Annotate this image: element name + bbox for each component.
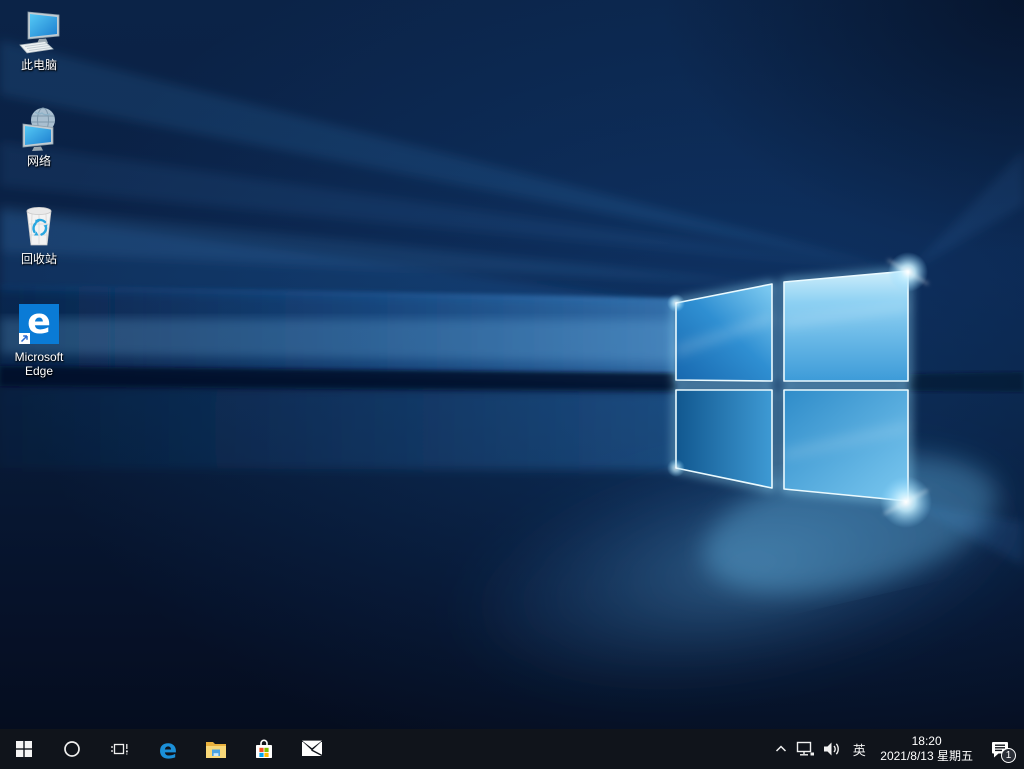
taskbar-clock[interactable]: 18:20 2021/8/13 星期五 bbox=[873, 729, 980, 769]
microsoft-store-button[interactable] bbox=[240, 729, 288, 769]
desktop-icon-microsoft-edge[interactable]: e Microsoft Edge bbox=[2, 300, 76, 378]
store-bag-icon bbox=[256, 739, 272, 758]
network-status-button[interactable] bbox=[793, 729, 819, 769]
recycle-bin-icon bbox=[15, 202, 63, 250]
network-icon bbox=[15, 104, 63, 152]
ethernet-network-icon bbox=[797, 741, 815, 756]
desktop-icon-this-pc[interactable]: 此电脑 bbox=[2, 8, 76, 72]
windows-logo-icon bbox=[16, 741, 32, 757]
clock-date: 2021/8/13 星期五 bbox=[880, 749, 973, 763]
notification-count-badge: 1 bbox=[1001, 748, 1016, 763]
this-pc-icon bbox=[15, 8, 63, 56]
folder-icon bbox=[206, 742, 226, 758]
start-button[interactable] bbox=[0, 729, 48, 769]
wallpaper-hero bbox=[0, 0, 1024, 729]
desktop-icon-label: 回收站 bbox=[20, 252, 57, 266]
system-tray: 英 18:20 2021/8/13 星期五 1 bbox=[769, 729, 1024, 769]
task-view-button[interactable] bbox=[96, 729, 144, 769]
speaker-icon bbox=[824, 742, 840, 756]
cortana-search-button[interactable] bbox=[48, 729, 96, 769]
edge-e-icon: e bbox=[158, 733, 178, 765]
microsoft-edge-icon: e bbox=[15, 300, 63, 348]
ime-language-indicator[interactable]: 英 bbox=[845, 729, 873, 769]
chevron-up-icon bbox=[776, 745, 787, 752]
envelope-icon bbox=[302, 740, 323, 757]
wallpaper-light-beams bbox=[0, 40, 1024, 692]
task-view-icon bbox=[111, 743, 128, 755]
mail-button[interactable] bbox=[288, 729, 336, 769]
cortana-circle-icon bbox=[64, 741, 80, 757]
shortcut-arrow-icon bbox=[19, 333, 30, 344]
desktop-icon-network[interactable]: 网络 bbox=[2, 104, 76, 168]
volume-button[interactable] bbox=[819, 729, 845, 769]
taskbar-empty-area bbox=[336, 729, 769, 769]
tray-overflow-button[interactable] bbox=[769, 729, 793, 769]
desktop-icon-label: 网络 bbox=[26, 154, 51, 168]
desktop-icon-label: 此电脑 bbox=[20, 58, 57, 72]
clock-time: 18:20 bbox=[911, 734, 942, 748]
file-explorer-button[interactable] bbox=[192, 729, 240, 769]
action-center-button[interactable]: 1 bbox=[980, 729, 1020, 769]
taskbar-edge-button[interactable]: e bbox=[144, 729, 192, 769]
desktop-icon-label: Microsoft Edge bbox=[14, 350, 64, 378]
desktop-icon-recycle-bin[interactable]: 回收站 bbox=[2, 202, 76, 266]
taskbar: e 英 18:20 2021/8/13 星期五 1 bbox=[0, 729, 1024, 769]
edge-e-glyph: e bbox=[27, 302, 51, 342]
windows-desktop: 此电脑 网络 回收站 e Microsoft Edge e 英 18:20 20… bbox=[0, 0, 1024, 769]
